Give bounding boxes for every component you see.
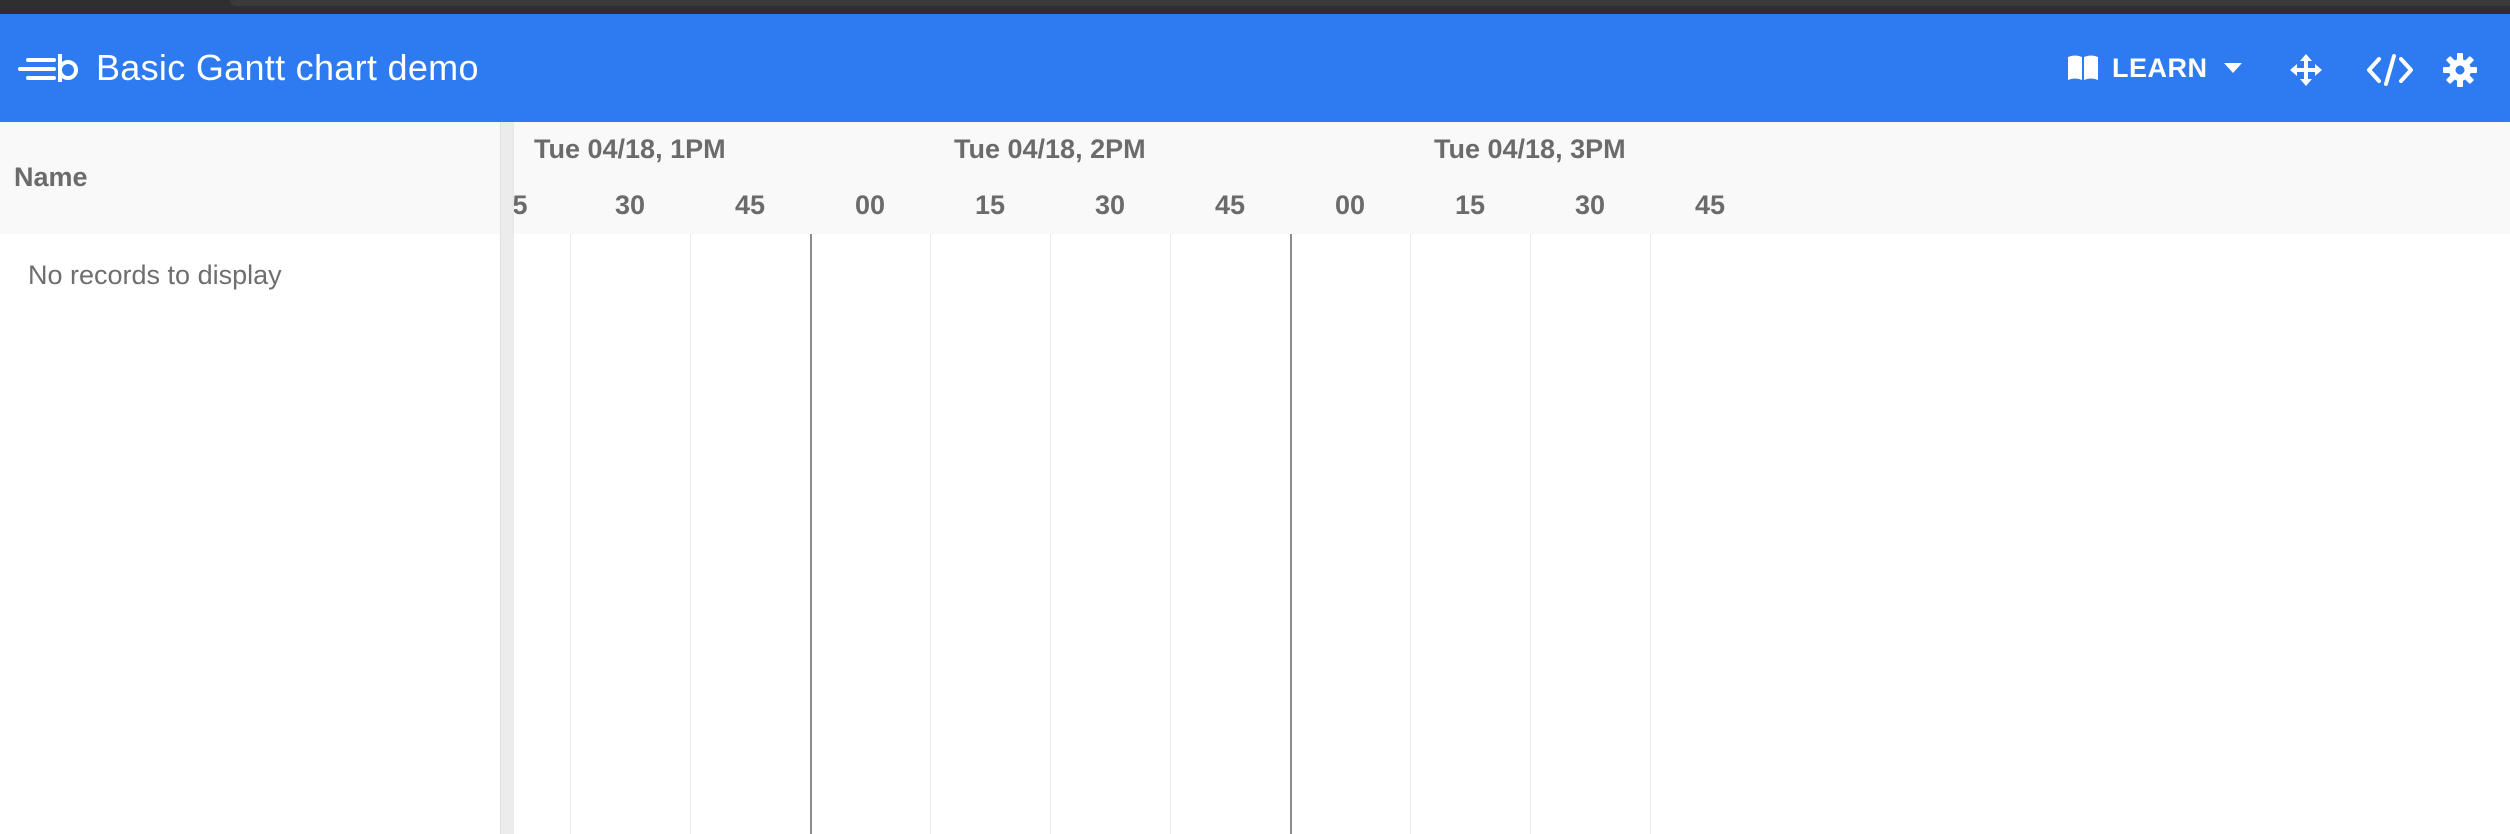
timeline-grid-line: [1170, 234, 1171, 834]
timeline-grid-line: [570, 234, 571, 834]
timeline-header: Tue 04/18, 1PM Tue 04/18, 2PM Tue 04/18,…: [514, 122, 2510, 235]
timeline-grid-line: [1050, 234, 1051, 834]
minute-label: 30: [614, 190, 646, 220]
name-column-header[interactable]: Name: [14, 162, 88, 193]
minute-label: 30: [1094, 190, 1126, 220]
grid-splitter[interactable]: [500, 122, 515, 834]
app-header: Basic Gantt chart demo LEARN: [0, 14, 2510, 122]
minute-label: 15: [1454, 190, 1486, 220]
move-arrows-icon: [2290, 54, 2322, 86]
timeline-hour-line: [810, 234, 812, 834]
browser-top-strip: [0, 0, 2510, 14]
timeline-grid-line: [1410, 234, 1411, 834]
code-button[interactable]: [2362, 50, 2418, 90]
browser-tab-edge: [230, 0, 2510, 6]
timeline-grid-line: [930, 234, 931, 834]
timeline-grid-line: [690, 234, 691, 834]
book-icon: [2068, 55, 2098, 80]
grid-header: Name: [0, 122, 500, 235]
fullscreen-button[interactable]: [2286, 50, 2326, 90]
settings-button[interactable]: [2440, 50, 2480, 90]
minute-label: 00: [1334, 190, 1366, 220]
timeline-hour-line: [1290, 234, 1292, 834]
empty-message: No records to display: [28, 260, 282, 290]
minute-label: 5: [514, 190, 528, 221]
grid-body: No records to display: [0, 234, 500, 834]
hour-label: Tue 04/18, 2PM: [954, 134, 1146, 164]
learn-label: LEARN: [2112, 52, 2208, 83]
hour-label: Tue 04/18, 3PM: [1434, 134, 1626, 164]
hour-label: Tue 04/18, 1PM: [534, 134, 726, 164]
minute-label: 45: [1694, 190, 1726, 220]
minute-label: 00: [854, 190, 886, 220]
timeline-grid-line: [1530, 234, 1531, 834]
bryntum-logo-icon[interactable]: [18, 52, 80, 86]
minute-label: 30: [1574, 190, 1606, 220]
minute-label: 15: [974, 190, 1006, 220]
minute-label: 45: [1214, 190, 1246, 220]
minute-label: 45: [734, 190, 766, 220]
timeline-body[interactable]: [514, 234, 2510, 834]
gear-icon: [2443, 53, 2477, 87]
code-icon: [2367, 54, 2413, 86]
learn-button[interactable]: LEARN: [2066, 48, 2244, 88]
app-title: Basic Gantt chart demo: [96, 47, 479, 88]
timeline-grid-line: [1650, 234, 1651, 834]
caret-down-icon: [2223, 63, 2242, 73]
